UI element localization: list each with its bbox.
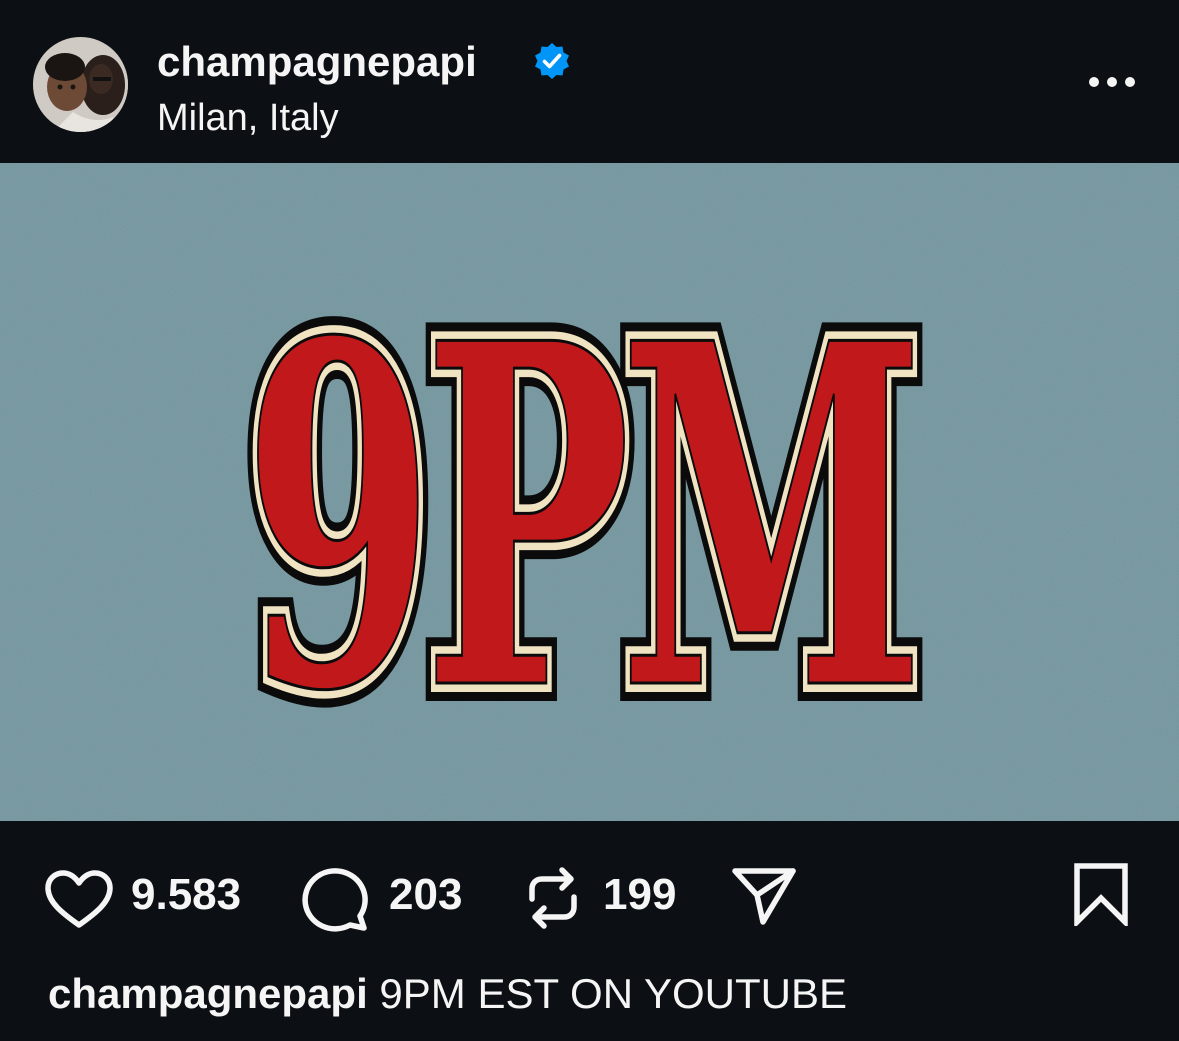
profile-avatar[interactable] <box>33 37 128 132</box>
post-username[interactable]: champagnepapi <box>157 38 477 86</box>
image-text-red: 9PM <box>243 242 913 794</box>
heart-icon[interactable] <box>44 869 114 929</box>
bookmark-icon[interactable] <box>1072 862 1130 926</box>
post-location[interactable]: Milan, Italy <box>157 96 339 140</box>
post-header: champagnepapi Milan, Italy <box>0 0 1179 163</box>
caption-username[interactable]: champagnepapi <box>48 970 368 1017</box>
more-options-icon[interactable] <box>1086 70 1138 94</box>
post-image[interactable]: 9PM 9PM 9PM <box>0 163 1179 821</box>
reposts-count[interactable]: 199 <box>603 870 676 920</box>
repost-icon[interactable] <box>524 865 582 931</box>
comments-count[interactable]: 203 <box>389 870 462 920</box>
send-icon[interactable] <box>731 865 797 927</box>
caption-text: 9PM EST ON YOUTUBE <box>379 970 847 1017</box>
likes-count[interactable]: 9.583 <box>131 870 241 920</box>
comment-icon[interactable] <box>302 866 370 932</box>
post-caption: champagnepapi 9PM EST ON YOUTUBE <box>48 970 847 1018</box>
verified-badge-icon <box>535 43 569 79</box>
